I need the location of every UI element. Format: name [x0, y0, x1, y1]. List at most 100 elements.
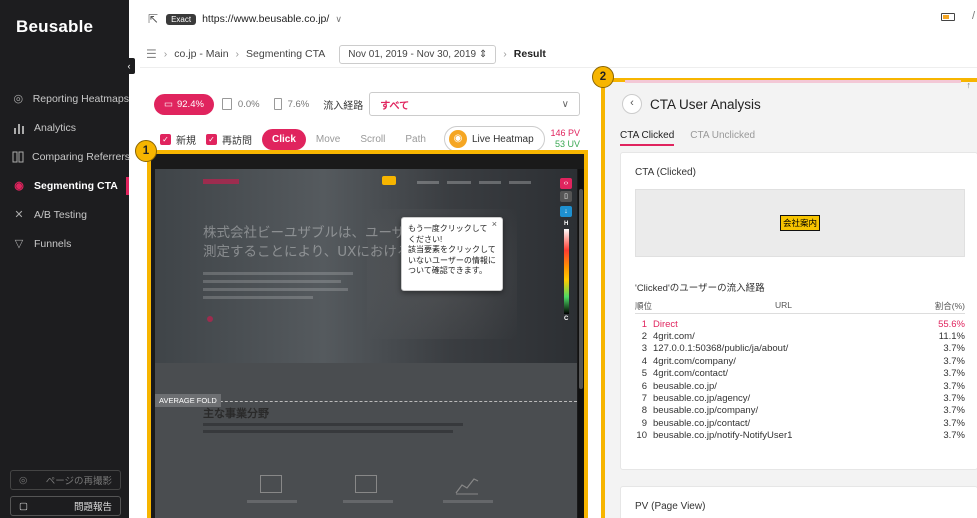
row-url: Direct	[653, 318, 678, 330]
recapture-page-button[interactable]: ◎ ページの再撮影	[10, 470, 121, 490]
funnel-icon: ▽	[14, 238, 24, 250]
new-visitor-checkbox[interactable]: ✓	[160, 133, 171, 145]
overflow-icon[interactable]: /	[972, 10, 975, 22]
hero-text-line	[203, 280, 341, 283]
sidebar-item-reporting-heatmaps[interactable]: ◎ Reporting Heatmaps	[0, 84, 129, 113]
sidebar-item-segmenting-cta[interactable]: ◉ Segmenting CTA	[0, 171, 129, 200]
layout-toggle-icon[interactable]: ▯	[560, 191, 572, 202]
report-issue-label: 問題報告	[73, 502, 112, 513]
row-rank: 9	[641, 417, 647, 429]
date-range-value: Nov 01, 2019 - Nov 30, 2019	[348, 48, 477, 60]
cta-icon: ◉	[14, 180, 24, 192]
table-row[interactable]: 10 beusable.co.jp/notify-NotifyUser1 3.7%	[635, 430, 965, 442]
sidebar-item-label: A/B Testing	[34, 208, 87, 221]
sidebar-collapse-button[interactable]: ‹	[123, 58, 135, 74]
external-link-icon[interactable]: ⇱	[148, 12, 158, 26]
arrow-up-icon[interactable]: ↑	[967, 80, 972, 90]
menu-list-icon[interactable]: ☰	[146, 47, 157, 61]
device-mobile-value: 7.6%	[287, 98, 310, 110]
report-issue-button[interactable]: ▢ 問題報告	[10, 496, 121, 516]
breadcrumb-report[interactable]: Segmenting CTA	[246, 48, 325, 60]
sidebar-item-label: Segmenting CTA	[34, 179, 118, 192]
sidebar-item-label: Comparing Referrers	[32, 150, 131, 163]
heatmap-scrollbar[interactable]	[578, 169, 584, 518]
row-pct: 3.7%	[943, 380, 965, 392]
table-row[interactable]: 4 4grit.com/company/3.7%	[635, 355, 965, 367]
mode-path-button[interactable]: Path	[395, 129, 436, 150]
table-row[interactable]: 2 4grit.com/11.1%	[635, 330, 965, 342]
sidebar-item-analytics[interactable]: Analytics	[0, 113, 129, 142]
download-icon[interactable]: ↓	[560, 206, 572, 217]
back-button[interactable]: ‹	[622, 94, 642, 114]
device-mobile-filter[interactable]: 7.6%	[273, 98, 310, 110]
compare-icon	[12, 150, 24, 164]
breadcrumb-root[interactable]: co.jp - Main	[174, 48, 228, 60]
header-pct: 割合(%)	[934, 301, 965, 311]
site-nav-link	[417, 181, 439, 184]
page-screenshot[interactable]: 株式会社ビーユザブルは、ユーザーの 測定することにより、UXにおける影 主な事業…	[155, 169, 577, 518]
row-url: 4grit.com/company/	[653, 355, 736, 367]
battery-icon	[941, 13, 955, 21]
referrer-label: 流入経路	[323, 100, 364, 112]
table-row[interactable]: 8 beusable.co.jp/company/3.7%	[635, 405, 965, 417]
hero-section	[155, 169, 577, 363]
mode-click-button[interactable]: Click	[262, 128, 306, 150]
breadcrumb: ☰ › co.jp - Main › Segmenting CTA Nov 01…	[146, 42, 977, 66]
table-row[interactable]: 5 4grit.com/contact/3.7%	[635, 368, 965, 380]
device-pc-filter[interactable]: ▭ 92.4%	[154, 93, 214, 115]
breadcrumb-current: Result	[513, 48, 546, 60]
row-rank: 6	[641, 380, 647, 392]
active-indicator	[126, 176, 129, 195]
target-icon: ◎	[13, 93, 24, 105]
tab-cta-clicked[interactable]: CTA Clicked	[620, 130, 675, 146]
sidebar-item-funnels[interactable]: ▽ Funnels	[0, 229, 129, 258]
date-range-picker[interactable]: Nov 01, 2019 - Nov 30, 2019 ⇕	[339, 44, 497, 64]
mode-scroll-button[interactable]: Scroll	[350, 129, 395, 150]
close-icon[interactable]: ×	[492, 219, 497, 230]
live-heatmap-button[interactable]: ◉ Live Heatmap	[443, 126, 545, 152]
table-row[interactable]: 9 beusable.co.jp/contact/3.7%	[635, 417, 965, 429]
report-icon: ▢	[19, 500, 28, 512]
monitor-icon: ▭	[164, 98, 173, 110]
chevron-right-icon: ›	[235, 48, 240, 60]
row-rank: 2	[641, 331, 647, 343]
sidebar: Beusable ◎ Reporting Heatmaps Analytics …	[0, 0, 131, 518]
cta-element-chip[interactable]: 会社案内	[779, 215, 820, 231]
mobile-icon	[273, 98, 282, 110]
sidebar-item-ab-testing[interactable]: ✕ A/B Testing	[0, 200, 129, 229]
cta-clicked-card: CTA (Clicked) 会社案内 'Clicked'のユーザーの流入経路 順…	[620, 152, 977, 470]
table-row[interactable]: 6 beusable.co.jp/3.7%	[635, 380, 965, 392]
returning-visitor-label: 再訪問	[222, 135, 252, 147]
tab-cta-unclicked[interactable]: CTA Unclicked	[690, 130, 755, 146]
page-url[interactable]: https://www.beusable.co.jp/	[202, 13, 329, 25]
pv-uv-counter: 146 PV 53 UV	[550, 128, 580, 150]
sidebar-item-comparing-referrers[interactable]: Comparing Referrers	[0, 142, 131, 171]
panel-header: ‹ CTA User Analysis	[622, 94, 761, 114]
referrer-select[interactable]: すべて ∨	[369, 92, 580, 116]
url-dropdown-chevron-icon[interactable]: ∨	[335, 14, 342, 25]
row-url: beusable.co.jp/agency/	[653, 393, 751, 405]
scrollbar-thumb[interactable]	[579, 189, 583, 389]
app-logo[interactable]: Beusable	[16, 17, 93, 37]
referrer-table: 順位 URL 割合(%) 1 Direct 55.6% 2 4grit.com/11.…	[635, 300, 965, 442]
chevron-right-icon: ›	[503, 48, 507, 60]
panel-title: CTA User Analysis	[650, 96, 761, 112]
average-fold-label: AVERAGE FOLD	[155, 394, 221, 407]
table-row[interactable]: 1 Direct 55.6%	[635, 318, 965, 330]
site-nav-link	[479, 181, 501, 184]
site-nav-link	[447, 181, 471, 184]
row-pct: 55.6%	[938, 318, 965, 330]
table-row[interactable]: 3 127.0.0.1:50368/public/ja/about/3.7%	[635, 343, 965, 355]
table-header: 順位 URL 割合(%)	[635, 300, 965, 314]
code-toggle-icon[interactable]: ‹›	[560, 178, 572, 189]
device-tablet-filter[interactable]: 0.0%	[221, 98, 260, 110]
sidebar-item-label: Reporting Heatmaps	[32, 92, 129, 105]
cta-highlight-marker[interactable]	[382, 176, 396, 185]
returning-visitor-checkbox[interactable]: ✓	[206, 133, 217, 145]
segment-stats-row: ▭ 92.4% 0.0% 7.6% 流入経路 すべて ∨	[154, 90, 580, 118]
row-rank: 7	[641, 393, 647, 405]
mode-move-button[interactable]: Move	[306, 129, 350, 150]
table-row[interactable]: 7 beusable.co.jp/agency/3.7%	[635, 392, 965, 404]
scale-high-label: H	[564, 221, 569, 227]
row-url: 4grit.com/	[653, 331, 695, 343]
